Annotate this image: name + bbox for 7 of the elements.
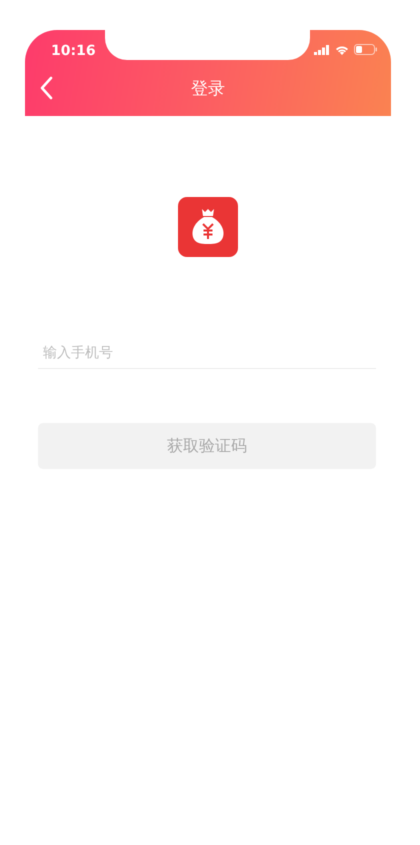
- wifi-icon: [335, 44, 349, 54]
- back-icon[interactable]: [39, 76, 53, 100]
- page-title: 登录: [191, 78, 225, 100]
- signal-icon: [314, 44, 330, 54]
- money-bag-icon: [178, 197, 238, 257]
- status-time: 10:16: [51, 43, 96, 59]
- battery-icon: [354, 44, 377, 55]
